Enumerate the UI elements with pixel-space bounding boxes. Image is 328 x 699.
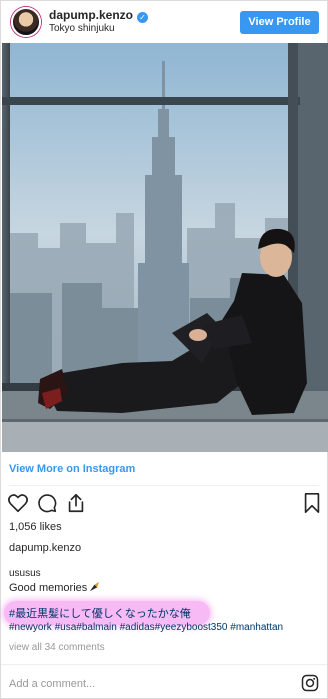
action-bar <box>7 492 321 516</box>
post-header: dapump.kenzo ✓ Tokyo shinjuku View Profil… <box>1 1 327 43</box>
heart-icon[interactable] <box>7 492 29 514</box>
caption-hashtag-line[interactable]: #最近黒髪にして優しくなったかな俺 <box>9 605 191 621</box>
location-link[interactable]: Tokyo shinjuku <box>49 23 115 34</box>
divider <box>1 664 327 665</box>
view-profile-button[interactable]: View Profile <box>240 11 319 34</box>
post-photo[interactable] <box>2 43 328 452</box>
caption-line: Good memories <box>9 581 100 594</box>
instagram-logo-icon[interactable] <box>301 674 319 692</box>
view-comments-link[interactable]: view all 34 comments <box>9 642 105 653</box>
post-owner-link[interactable]: dapump.kenzo <box>9 542 81 554</box>
view-more-link[interactable]: View More on Instagram <box>9 463 135 475</box>
verified-badge-icon: ✓ <box>137 12 149 23</box>
instagram-embed-card: dapump.kenzo ✓ Tokyo shinjuku View Profil… <box>0 0 328 699</box>
share-icon[interactable] <box>65 492 87 514</box>
caption-username: ususus <box>9 568 41 579</box>
likes-count[interactable]: 1,056 likes <box>9 521 62 533</box>
add-comment-input[interactable]: Add a comment... <box>9 678 95 690</box>
avatar[interactable] <box>11 7 41 37</box>
divider <box>9 485 319 486</box>
hashtags[interactable]: #newyork #usa#balmain #adidas#yeezyboost… <box>9 622 283 633</box>
username-text[interactable]: dapump.kenzo <box>49 8 133 22</box>
username-link[interactable]: dapump.kenzo ✓ <box>49 8 149 23</box>
music-note-icon <box>90 581 100 592</box>
bookmark-icon[interactable] <box>301 492 323 514</box>
caption-text: Good memories <box>9 582 88 594</box>
comment-icon[interactable] <box>36 492 58 514</box>
